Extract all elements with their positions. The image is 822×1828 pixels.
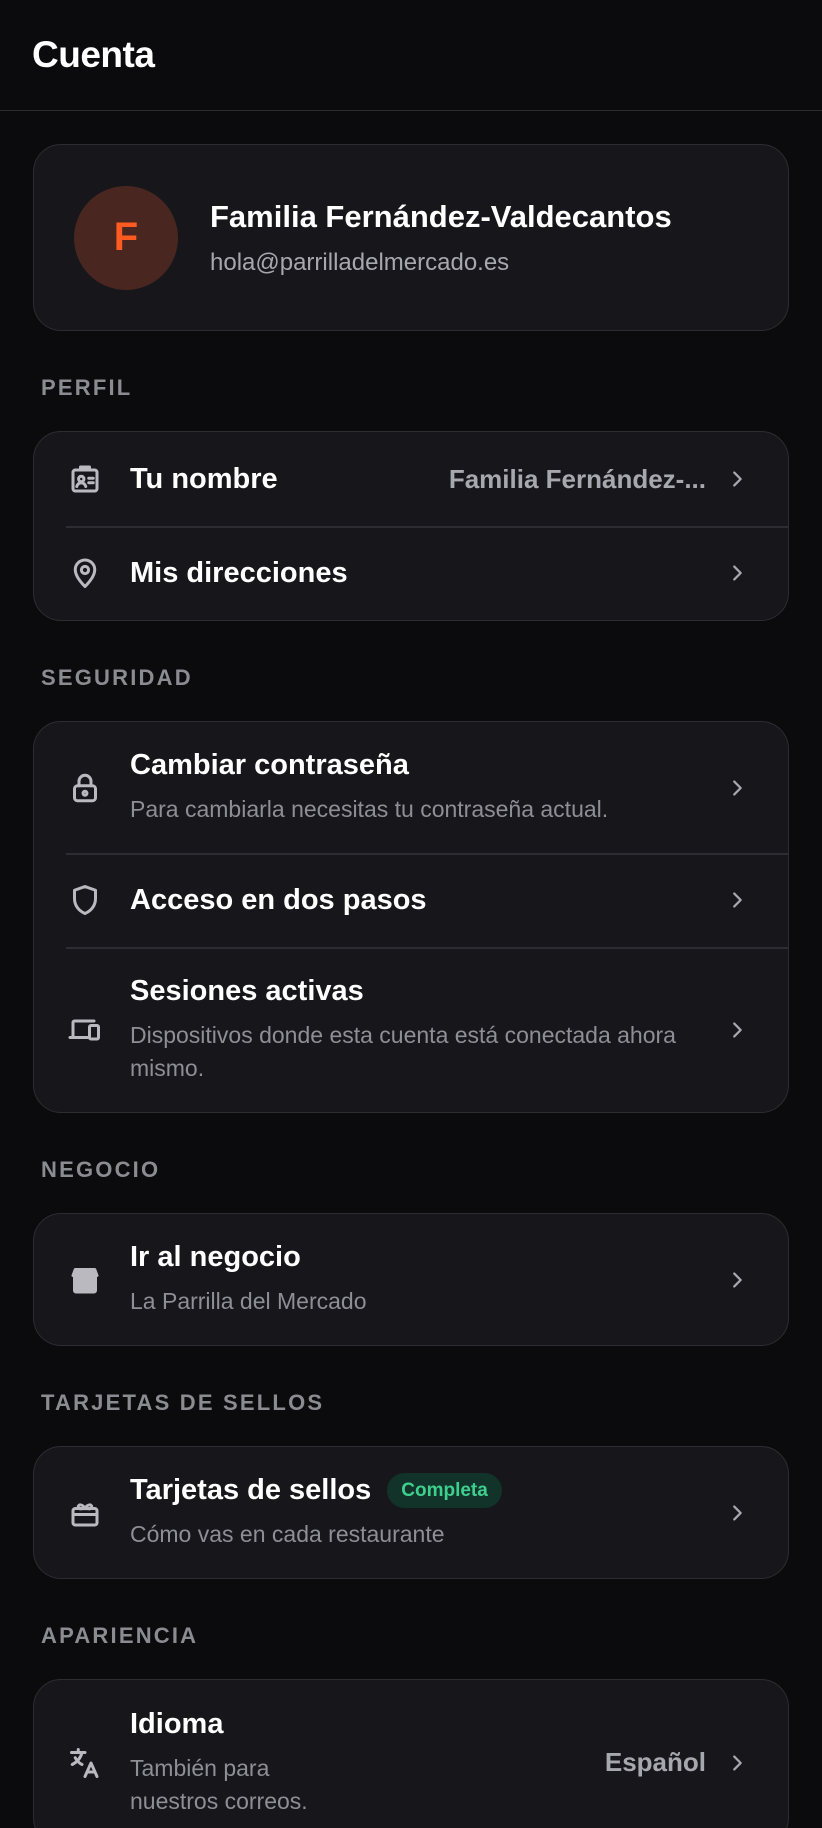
- shield-icon: [66, 881, 104, 919]
- page-title: Cuenta: [32, 34, 155, 75]
- row-subtitle: También para nuestros correos.: [130, 1754, 308, 1814]
- devices-icon: [66, 1011, 104, 1049]
- row-sesiones-activas[interactable]: Sesiones activas Dispositivos donde esta…: [34, 947, 788, 1112]
- row-subtitle: Dispositivos donde esta cuenta está cone…: [130, 1021, 676, 1081]
- row-value: Familia Fernández-...: [448, 463, 706, 494]
- row-title: Cambiar contraseña: [130, 749, 409, 782]
- lock-icon: [66, 769, 104, 807]
- gift-icon: [66, 1494, 104, 1532]
- row-title: Mis direcciones: [130, 556, 348, 589]
- row-title: Tarjetas de sellos: [130, 1474, 372, 1507]
- avatar: F: [74, 185, 178, 290]
- profile-card[interactable]: F Familia Fernández-Valdecantos hola@par…: [33, 144, 789, 331]
- store-icon: [66, 1261, 104, 1299]
- profile-info: Familia Fernández-Valdecantos hola@parri…: [210, 198, 672, 277]
- app-header: Cuenta: [0, 0, 822, 111]
- row-subtitle: Para cambiarla necesitas tu contraseña a…: [130, 796, 609, 823]
- profile-email: hola@parrilladelmercado.es: [210, 249, 510, 277]
- row-title: Sesiones activas: [130, 974, 364, 1007]
- row-title: Acceso en dos pasos: [130, 883, 427, 916]
- row-subtitle: Cómo vas en cada restaurante: [130, 1521, 445, 1548]
- row-title: Ir al negocio: [130, 1241, 301, 1274]
- chevron-right-icon: [726, 468, 748, 490]
- section-label-tarjetas: TARJETAS DE SELLOS: [41, 1390, 325, 1415]
- row-title: Idioma: [130, 1707, 224, 1740]
- chevron-right-icon: [726, 777, 748, 799]
- section-label-perfil: PERFIL: [41, 375, 133, 400]
- row-title: Tu nombre: [130, 462, 278, 495]
- perfil-card: Tu nombre Familia Fernández-... Mis dire…: [33, 431, 789, 621]
- negocio-card: Ir al negocio La Parrilla del Mercado: [33, 1213, 789, 1346]
- tarjetas-card: Tarjetas de sellos Completa Cómo vas en …: [33, 1446, 789, 1579]
- chevron-right-icon: [726, 889, 748, 911]
- chevron-right-icon: [726, 1019, 748, 1041]
- language-value: Español: [604, 1747, 707, 1777]
- row-mis-direcciones[interactable]: Mis direcciones: [34, 526, 788, 620]
- id-badge-icon: [66, 460, 104, 498]
- status-badge: Completa: [387, 1473, 502, 1509]
- row-acceso-dos-pasos[interactable]: Acceso en dos pasos: [34, 853, 788, 947]
- chevron-right-icon: [726, 1269, 748, 1291]
- chevron-right-icon: [726, 1502, 748, 1524]
- profile-name: Familia Fernández-Valdecantos: [210, 198, 672, 234]
- section-label-seguridad: SEGURIDAD: [41, 665, 193, 690]
- row-subtitle: La Parrilla del Mercado: [130, 1288, 367, 1315]
- section-label-negocio: NEGOCIO: [41, 1157, 161, 1182]
- map-pin-icon: [66, 554, 104, 592]
- account-content: F Familia Fernández-Valdecantos hola@par…: [0, 144, 822, 1828]
- section-label-apariencia: APARIENCIA: [41, 1623, 199, 1648]
- chevron-right-icon: [726, 562, 748, 584]
- apariencia-card: Idioma También para nuestros correos. Es…: [33, 1679, 789, 1828]
- row-ir-al-negocio[interactable]: Ir al negocio La Parrilla del Mercado: [34, 1214, 788, 1345]
- chevron-right-icon: [726, 1752, 748, 1774]
- seguridad-card: Cambiar contraseña Para cambiarla necesi…: [33, 721, 789, 1113]
- row-cambiar-contrasena[interactable]: Cambiar contraseña Para cambiarla necesi…: [34, 722, 788, 853]
- row-tarjetas-de-sellos[interactable]: Tarjetas de sellos Completa Cómo vas en …: [34, 1447, 788, 1578]
- row-idioma[interactable]: Idioma También para nuestros correos. Es…: [34, 1680, 788, 1828]
- translate-icon: [66, 1744, 104, 1782]
- row-tu-nombre[interactable]: Tu nombre Familia Fernández-...: [34, 432, 788, 526]
